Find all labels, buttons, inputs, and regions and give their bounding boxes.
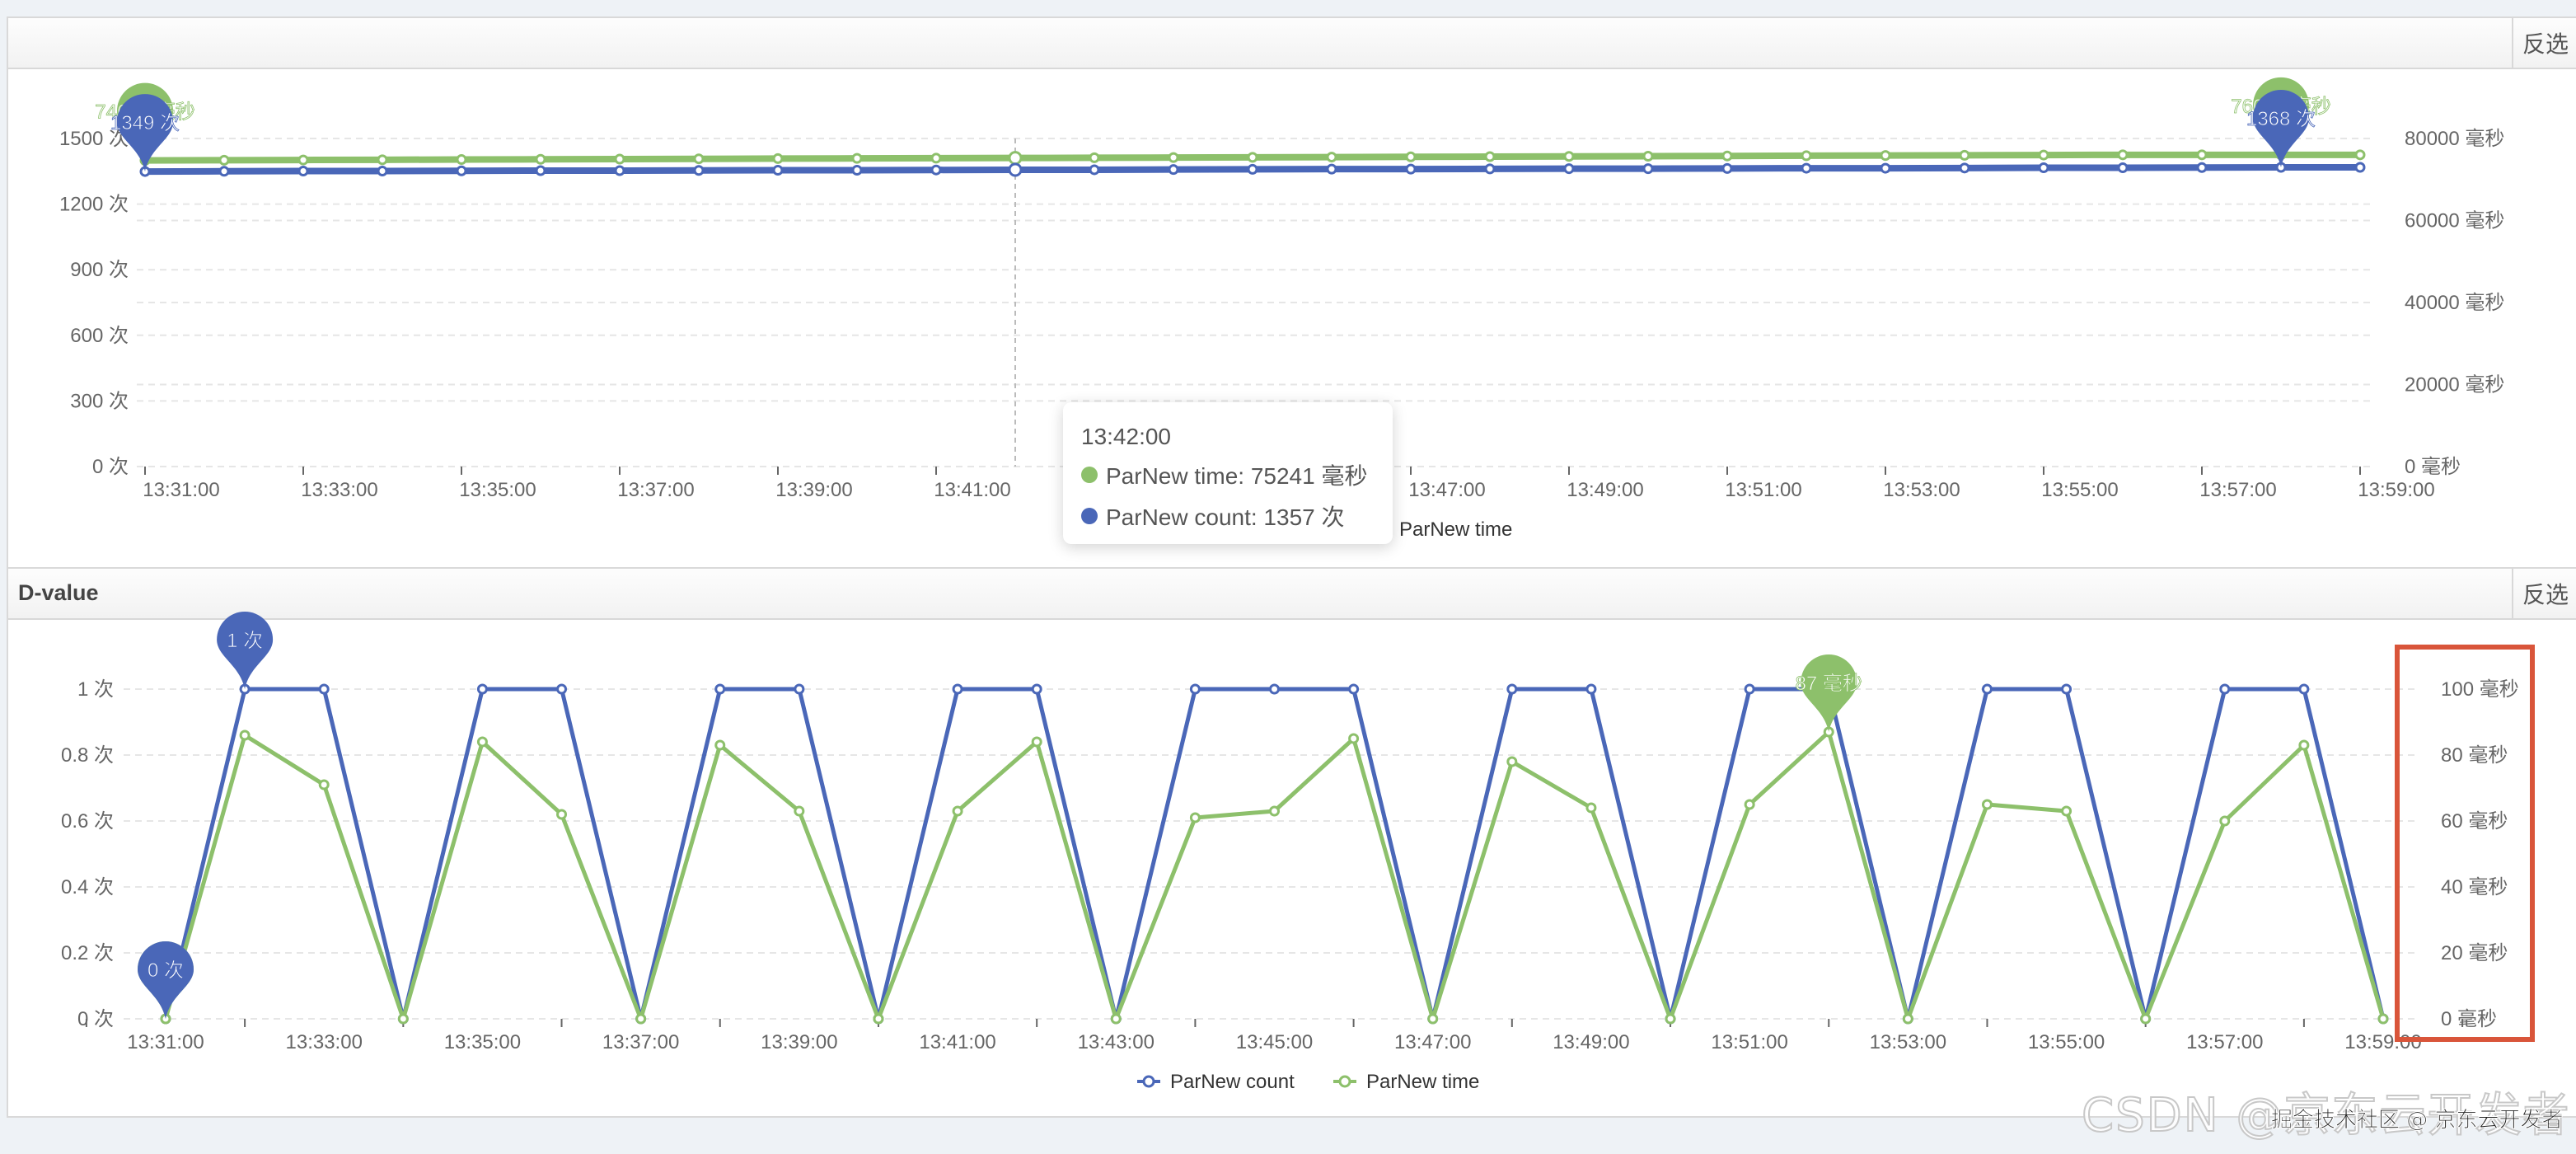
dvalue-data-point-parnew-count (1348, 683, 1360, 695)
dvalue-data-point-parnew-count (2061, 683, 2073, 695)
dvalue-data-point-parnew-count (1269, 683, 1280, 695)
dvalue-data-point-parnew-time (1744, 799, 1755, 810)
dvalue-data-point-parnew-time (1427, 1013, 1439, 1025)
dvalue-data-point-parnew-time (2140, 1013, 2152, 1025)
dvalue-data-point-parnew-time (873, 1013, 884, 1025)
dvalue-x-tick-label: 13:41:00 (919, 1031, 995, 1053)
dvalue-y-left-tick-label: 1 次 (77, 678, 114, 701)
tooltip-dot-count-icon (1081, 508, 1098, 524)
dvalue-y-left-tick-label: 0.4 次 (61, 876, 114, 898)
dvalue-y-left-tick-label: 0.6 次 (61, 810, 114, 833)
tooltip-row-count-label: ParNew count: 1357 次 (1106, 504, 1345, 530)
dvalue-x-tick-label: 13:57:00 (2186, 1031, 2263, 1053)
dvalue-data-point-parnew-time (476, 736, 488, 748)
dvalue-x-tick-label: 13:47:00 (1394, 1031, 1471, 1053)
dvalue-data-point-parnew-count (952, 683, 963, 695)
dvalue-x-tick-label: 13:43:00 (1078, 1031, 1155, 1053)
dvalue-x-tick-label: 13:55:00 (2028, 1031, 2105, 1053)
dvalue-x-tick-label: 13:51:00 (1711, 1031, 1787, 1053)
dvalue-data-point-parnew-count (1981, 683, 1993, 695)
dvalue-data-point-parnew-time (2219, 815, 2231, 827)
chart-tooltip: 13:42:00 ParNew time: 75241 毫秒 ParNew co… (1063, 402, 1393, 544)
dvalue-data-point-parnew-time (239, 729, 251, 741)
dvalue-data-point-parnew-time (2377, 1013, 2389, 1025)
dvalue-y-left-tick-label: 0.2 次 (61, 942, 114, 964)
dvalue-data-point-parnew-count (714, 683, 726, 695)
tooltip-row-time-label: ParNew time: 75241 毫秒 (1106, 463, 1368, 489)
dvalue-data-point-parnew-count (1744, 683, 1755, 695)
dvalue-series-line-parnew-time (163, 729, 2386, 1021)
dvalue-series-line-parnew-count (163, 687, 2386, 1021)
dvalue-data-point-parnew-time (1981, 799, 1993, 810)
dvalue-data-point-parnew-time (318, 779, 330, 790)
dvalue-data-point-parnew-count (1189, 683, 1201, 695)
dvalue-data-point-parnew-time (794, 805, 805, 817)
dvalue-data-point-parnew-time (397, 1013, 409, 1025)
legend-parnew-time-dot-icon (1338, 1075, 1351, 1088)
dvalue-data-point-parnew-time (1189, 812, 1201, 823)
dvalue-data-point-parnew-time (714, 739, 726, 751)
dvalue-x-tick-label: 13:31:00 (127, 1031, 204, 1053)
dvalue-data-point-parnew-count (318, 683, 330, 695)
dvalue-x-tick-label: 13:45:00 (1236, 1031, 1313, 1053)
dvalue-data-point-parnew-time (2298, 739, 2310, 751)
dvalue-data-point-parnew-count (794, 683, 805, 695)
watermark-juejin: 掘金技术社区 @ 京东云开发者 (2271, 1108, 2564, 1133)
dvalue-marker-label: 87 毫秒 (1796, 673, 1862, 695)
dvalue-x-tick-label: 13:49:00 (1553, 1031, 1629, 1053)
dvalue-data-point-parnew-time (1665, 1013, 1676, 1025)
dvalue-data-point-parnew-time (1031, 736, 1042, 748)
dvalue-marker-label: 1 次 (227, 630, 263, 652)
dvalue-x-tick-label: 13:33:00 (286, 1031, 363, 1053)
dvalue-data-point-parnew-time (1348, 733, 1360, 744)
dvalue-data-point-parnew-time (556, 809, 568, 820)
dvalue-data-point-parnew-time (952, 805, 963, 817)
dvalue-data-point-parnew-time (1585, 802, 1597, 814)
dvalue-x-tick-label: 13:39:00 (761, 1031, 837, 1053)
dvalue-y-left-tick-label: 0 次 (77, 1008, 114, 1030)
dvalue-data-point-parnew-count (476, 683, 488, 695)
dvalue-data-point-parnew-count (1031, 683, 1042, 695)
tooltip-time: 13:42:00 (1081, 424, 1171, 449)
dvalue-data-point-parnew-count (2298, 683, 2310, 695)
tooltip-row-time: ParNew time: 75241 毫秒 (1081, 458, 1375, 491)
tooltip-dot-time-icon (1081, 467, 1098, 483)
dvalue-marker-label: 0 次 (148, 959, 184, 982)
dvalue-y-left-tick-label: 0.8 次 (61, 744, 114, 767)
dvalue-data-point-parnew-count (2219, 683, 2231, 695)
dvalue-data-point-parnew-time (1902, 1013, 1913, 1025)
dvalue-data-point-parnew-time (1269, 805, 1280, 817)
dvalue-x-tick-label: 13:37:00 (602, 1031, 679, 1053)
dvalue-data-point-parnew-time (1506, 756, 1518, 767)
highlight-box-right-axis (2395, 645, 2535, 1042)
dvalue-data-point-parnew-time (1110, 1013, 1122, 1025)
dvalue-data-point-parnew-count (556, 683, 568, 695)
dvalue-x-tick-label: 13:35:00 (444, 1031, 521, 1053)
legend-parnew-time-label[interactable]: ParNew time (1366, 1071, 1479, 1093)
legend-parnew-count-label[interactable]: ParNew count (1170, 1071, 1295, 1093)
legend-parnew-count-dot-icon (1142, 1075, 1155, 1088)
tooltip-row-count: ParNew count: 1357 次 (1081, 500, 1375, 532)
dvalue-data-point-parnew-time (2061, 805, 2073, 817)
dvalue-data-point-parnew-count (1506, 683, 1518, 695)
dvalue-data-point-parnew-time (635, 1013, 647, 1025)
dvalue-data-point-parnew-count (1585, 683, 1597, 695)
dvalue-line-chart[interactable]: 0 次0.2 次0.4 次0.6 次0.8 次1 次0 毫秒20 毫秒40 毫秒… (0, 0, 2576, 1154)
dvalue-x-tick-label: 13:53:00 (1870, 1031, 1946, 1053)
